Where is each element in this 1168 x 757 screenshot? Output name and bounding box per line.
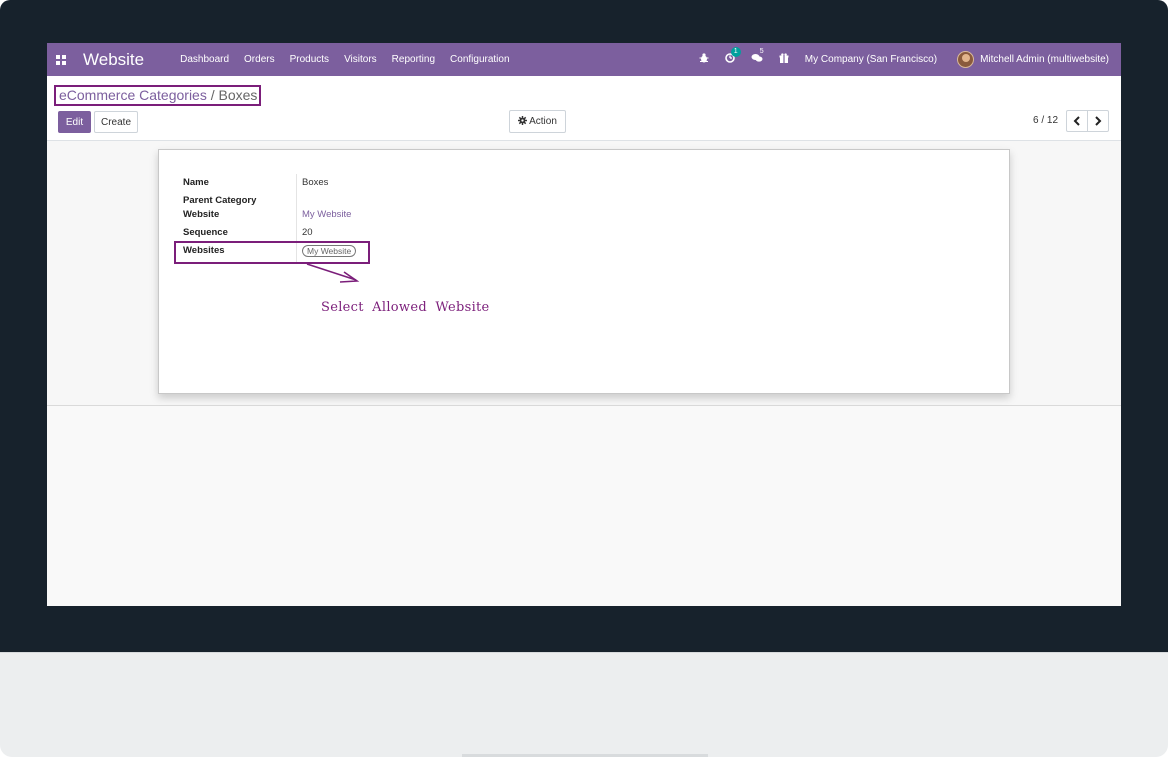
field-label-name: Name [183, 177, 209, 188]
create-button[interactable]: Create [94, 111, 138, 133]
breadcrumb-separator: / [206, 87, 219, 103]
pager-previous-button[interactable] [1066, 110, 1088, 132]
field-label-website: Website [183, 209, 220, 220]
chat-icon[interactable]: 5 [751, 48, 764, 66]
apps-icon[interactable] [49, 43, 73, 76]
field-value-name: Boxes [302, 177, 329, 188]
breadcrumb: eCommerce Categories / Boxes [59, 87, 257, 103]
monitor-chin [0, 652, 1168, 757]
app-brand[interactable]: Website [83, 50, 144, 70]
top-navbar: Website Dashboard Orders Products Visito… [47, 43, 1121, 76]
field-value-sequence: 20 [302, 227, 313, 238]
app-screen: Website Dashboard Orders Products Visito… [47, 43, 1121, 606]
control-panel: eCommerce Categories / Boxes Edit Create… [47, 76, 1121, 141]
annotation-text: Select Allowed Website [321, 300, 490, 315]
pager-next-button[interactable] [1087, 110, 1109, 132]
user-avatar[interactable] [957, 51, 975, 68]
websites-highlight [174, 241, 370, 264]
company-switcher[interactable]: My Company (San Francisco) [805, 54, 937, 65]
menu-dashboard[interactable]: Dashboard [180, 54, 229, 65]
breadcrumb-parent[interactable]: eCommerce Categories [59, 87, 207, 103]
gear-icon [518, 115, 528, 128]
annotation-arrow-icon [306, 263, 360, 283]
menu-configuration[interactable]: Configuration [450, 54, 509, 65]
form-view: Name Boxes Parent Category Website My We… [47, 141, 1121, 406]
main-menu: Dashboard Orders Products Visitors Repor… [180, 54, 524, 65]
empty-area [47, 406, 1121, 606]
bug-icon[interactable] [699, 53, 709, 66]
monitor-frame: Website Dashboard Orders Products Visito… [0, 0, 1168, 757]
action-label: Action [529, 116, 557, 127]
navbar-systray: 1 5 My Company (San Francisco) Mitchell … [699, 43, 1109, 76]
breadcrumb-current: Boxes [218, 87, 258, 103]
edit-button[interactable]: Edit [58, 111, 91, 133]
field-value-website[interactable]: My Website [302, 209, 351, 220]
activity-icon[interactable]: 1 [724, 47, 741, 66]
menu-visitors[interactable]: Visitors [344, 54, 377, 65]
form-sheet: Name Boxes Parent Category Website My We… [158, 149, 1010, 394]
messages-badge: 5 [759, 48, 764, 55]
field-label-sequence: Sequence [183, 227, 228, 238]
field-label-parent-category: Parent Category [183, 195, 257, 206]
action-button[interactable]: Action [509, 110, 566, 133]
menu-reporting[interactable]: Reporting [392, 54, 435, 65]
chevron-left-icon [1073, 116, 1080, 126]
activity-badge: 1 [730, 47, 741, 57]
gift-icon[interactable] [779, 53, 789, 66]
user-menu[interactable]: Mitchell Admin (multiwebsite) [980, 54, 1109, 65]
pager-value[interactable]: 6 / 12 [1033, 115, 1058, 126]
menu-products[interactable]: Products [290, 54, 329, 65]
chevron-right-icon [1095, 116, 1102, 126]
menu-orders[interactable]: Orders [244, 54, 275, 65]
